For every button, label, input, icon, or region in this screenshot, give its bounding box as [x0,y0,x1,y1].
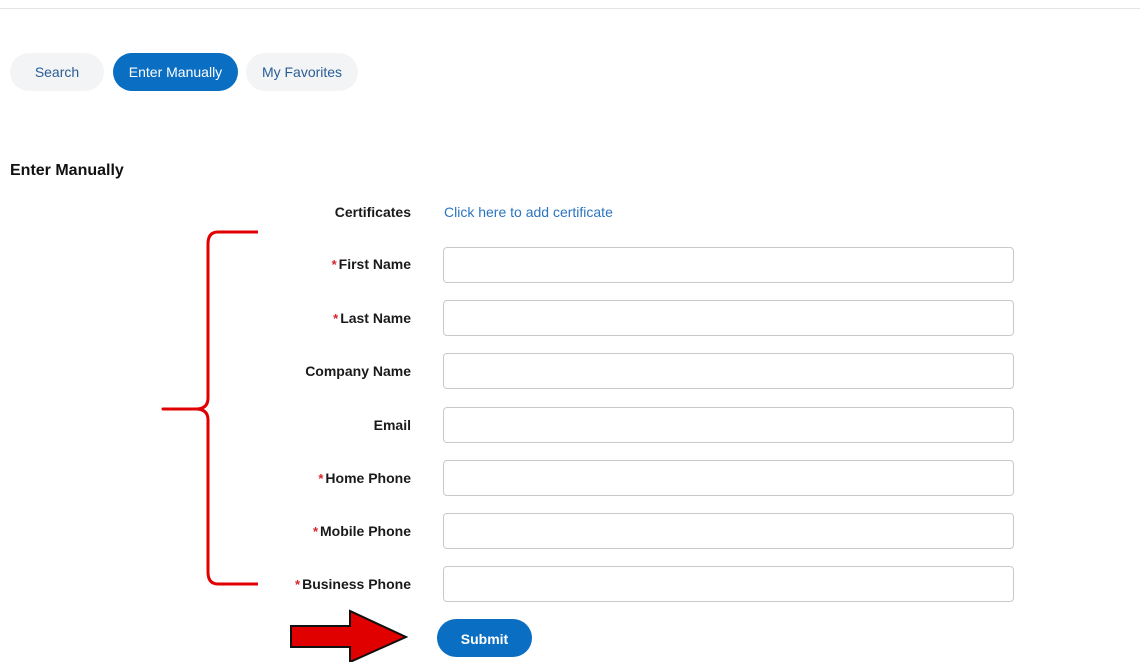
company-name-label: Company Name [211,363,411,379]
home-phone-label-text: Home Phone [325,470,411,486]
company-name-label-text: Company Name [305,363,411,379]
first-name-label-text: First Name [338,256,411,272]
submit-button[interactable]: Submit [437,619,532,657]
required-marker: * [331,257,337,272]
top-divider [0,8,1140,9]
first-name-label: * First Name [211,256,411,272]
required-marker: * [318,471,324,486]
last-name-label-text: Last Name [340,310,411,326]
tab-search[interactable]: Search [10,53,104,91]
certificates-label: Certificates [334,204,411,220]
first-name-field[interactable] [443,247,1014,283]
tab-my-favorites[interactable]: My Favorites [246,53,358,91]
required-marker: * [295,577,301,592]
email-label-text: Email [373,417,411,433]
mobile-phone-field[interactable] [443,513,1014,549]
mobile-phone-label: * Mobile Phone [211,523,411,539]
required-marker: * [312,524,318,539]
tab-enter-manually[interactable]: Enter Manually [113,53,238,91]
red-arrow-annotation [290,609,409,662]
mobile-phone-label-text: Mobile Phone [320,523,411,539]
last-name-label: * Last Name [211,310,411,326]
required-marker: * [333,311,339,326]
business-phone-field[interactable] [443,566,1014,602]
company-name-field[interactable] [443,353,1014,389]
email-field[interactable] [443,407,1014,443]
last-name-field[interactable] [443,300,1014,336]
home-phone-field[interactable] [443,460,1014,496]
email-label: Email [211,417,411,433]
business-phone-label-text: Business Phone [302,576,411,592]
business-phone-label: * Business Phone [211,576,411,592]
section-title: Enter Manually [10,162,124,179]
add-certificate-link[interactable]: Click here to add certificate [444,204,613,220]
home-phone-label: * Home Phone [211,470,411,486]
